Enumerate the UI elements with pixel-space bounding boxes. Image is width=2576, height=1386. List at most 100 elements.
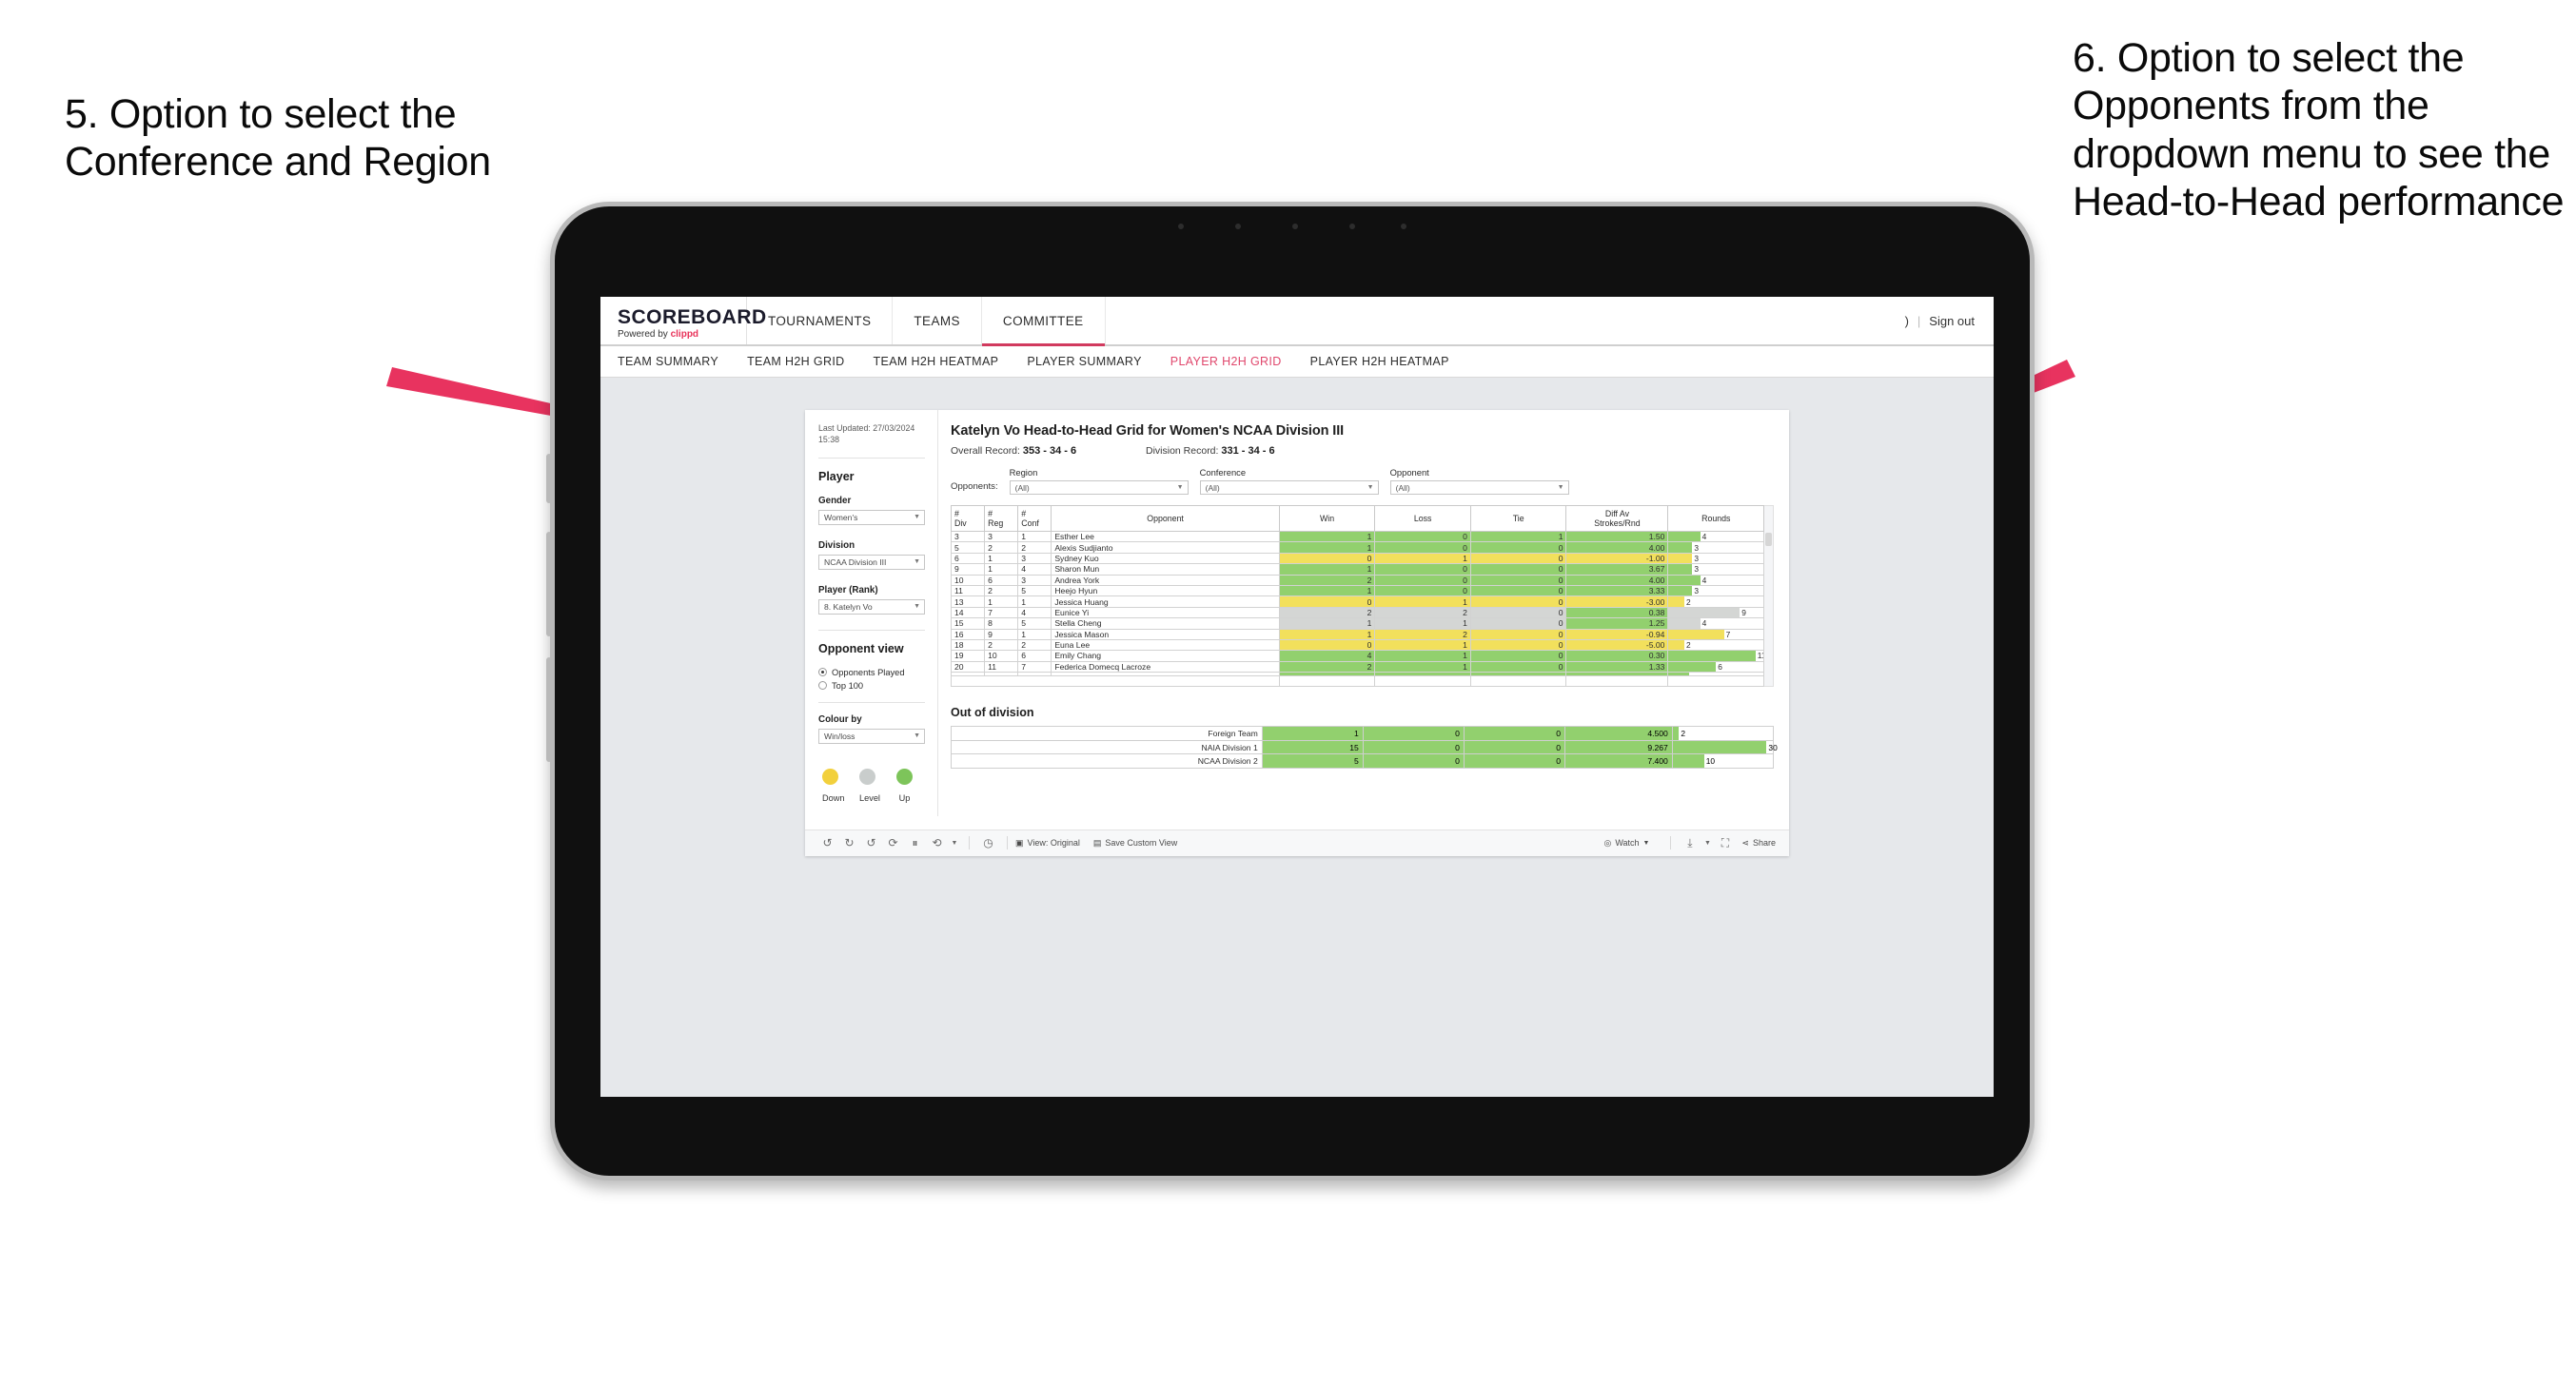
nav-item-tournaments[interactable]: TOURNAMENTS bbox=[747, 297, 894, 344]
cell-conf: 5 bbox=[1017, 617, 1052, 630]
table-row[interactable]: 10 6 3 Andrea York 2 0 0 4.00 4 bbox=[950, 574, 1765, 586]
player-rank-label: Player (Rank) bbox=[818, 584, 878, 595]
table-row[interactable]: 15 8 5 Stella Cheng 1 1 0 1.25 4 bbox=[950, 617, 1765, 630]
opponent-filter-select[interactable]: (All) ▼ bbox=[1389, 480, 1569, 495]
subnav-item-team-summary[interactable]: TEAM SUMMARY bbox=[618, 355, 718, 368]
cell-reg: 10 bbox=[984, 650, 1019, 662]
gender-select[interactable]: Women's ▼ bbox=[818, 509, 925, 525]
region-filter-select[interactable]: (All) ▼ bbox=[1009, 480, 1189, 495]
cell-rounds: 6 bbox=[1667, 660, 1765, 673]
table-row[interactable]: 19106Emily Chang4100.3011 bbox=[950, 650, 1765, 662]
player-rank-select[interactable]: 8. Katelyn Vo ▼ bbox=[818, 598, 925, 615]
cell-opponent: Alexis Sudjianto bbox=[1051, 541, 1280, 554]
table-row[interactable]: 5 2 2 Alexis Sudjianto 1 0 0 4.00 3 bbox=[950, 541, 1765, 554]
nav-item-committee[interactable]: COMMITTEE bbox=[981, 297, 1106, 346]
subnav-item-player-h2h-grid[interactable]: PLAYER H2H GRID bbox=[1170, 355, 1282, 368]
subnav-item-player-summary[interactable]: PLAYER SUMMARY bbox=[1027, 355, 1141, 368]
out-of-division-row[interactable]: NCAA Division 2 5 0 0 7.400 10 bbox=[951, 753, 1775, 769]
table-row[interactable]: 6 1 3 Sydney Kuo 0 1 0 -1.00 3 bbox=[950, 552, 1765, 565]
scoreboard-logo[interactable]: SCOREBOARD Powered by clippd bbox=[600, 297, 766, 344]
cell-div: 15 bbox=[950, 617, 986, 630]
cell-rounds: 3 bbox=[1667, 584, 1765, 597]
rounds-bar bbox=[1668, 640, 1685, 650]
cell-win: 0 bbox=[1278, 595, 1376, 608]
cell-win: 1 bbox=[1278, 530, 1376, 543]
view-original-button[interactable]: ▣ View: Original bbox=[1015, 838, 1080, 849]
col-conf: # Conf bbox=[1017, 505, 1052, 532]
cell-loss: 0 bbox=[1374, 574, 1471, 586]
cell-diff: 4.00 bbox=[1565, 574, 1669, 586]
cell-tie: 0 bbox=[1469, 606, 1567, 619]
table-row[interactable]: 14 7 4 Eunice Yi 2 2 0 0.38 9 bbox=[950, 606, 1765, 619]
scrollbar-thumb[interactable] bbox=[1765, 533, 1772, 546]
table-row[interactable]: 20 11 7 Federica Domecq Lacroze 2 1 0 1.33 6 bbox=[950, 660, 1765, 673]
account-glyph[interactable]: ) bbox=[1905, 314, 1909, 328]
radio-opponents-played[interactable]: Opponents Played bbox=[818, 668, 925, 677]
division-select[interactable]: NCAA Division III ▼ bbox=[818, 554, 925, 570]
save-custom-view-button[interactable]: ▤ Save Custom View bbox=[1093, 838, 1177, 849]
out-of-division-row[interactable]: Foreign Team 1 0 0 4.500 2 bbox=[951, 726, 1775, 741]
fullscreen-icon[interactable]: ⛶ bbox=[1714, 836, 1736, 850]
revert-icon[interactable]: ↺ bbox=[860, 836, 882, 849]
cell-win: 0 bbox=[1278, 638, 1376, 652]
cell-win: 1 bbox=[1278, 541, 1376, 554]
download-icon[interactable]: ⤓ bbox=[1679, 836, 1701, 850]
radio-top-100[interactable]: Top 100 bbox=[818, 681, 925, 691]
reset-icon[interactable]: ⟲ bbox=[926, 836, 948, 849]
subnav-item-team-h2h-grid[interactable]: TEAM H2H GRID bbox=[747, 355, 844, 368]
cell-div: 6 bbox=[950, 552, 986, 565]
out-of-division-row[interactable]: NAIA Division 1 15 0 0 9.267 30 bbox=[951, 739, 1778, 755]
cell-rounds: 4 bbox=[1667, 617, 1765, 630]
cell-reg: 1 bbox=[984, 563, 1019, 576]
rounds-value: 6 bbox=[1718, 661, 1722, 672]
tablet-camera-strip bbox=[1178, 224, 1406, 230]
table-row[interactable]: 11 2 5 Heejo Hyun 1 0 0 3.33 3 bbox=[950, 584, 1765, 597]
subnav-item-team-h2h-heatmap[interactable]: TEAM H2H HEATMAP bbox=[874, 355, 999, 368]
cell-tie: 0 bbox=[1469, 650, 1567, 662]
cell-conf: 4 bbox=[1017, 606, 1052, 619]
refresh-icon[interactable]: ⟳ bbox=[882, 836, 904, 849]
watch-button[interactable]: ◎ Watch ▼ bbox=[1603, 838, 1649, 849]
cell-loss: 1 bbox=[1374, 595, 1471, 608]
cell-div: 3 bbox=[950, 530, 986, 543]
clock-icon[interactable]: ◷ bbox=[977, 836, 999, 849]
conference-filter-select[interactable]: (All) ▼ bbox=[1199, 480, 1379, 495]
undo-icon[interactable]: ↺ bbox=[816, 836, 838, 849]
rounds-value: 30 bbox=[1768, 742, 1778, 752]
chevron-down-icon: ▼ bbox=[1642, 839, 1650, 847]
cell-diff: 4.00 bbox=[1565, 541, 1669, 554]
sign-out-link[interactable]: Sign out bbox=[1929, 314, 1975, 328]
radio-label-top-100: Top 100 bbox=[832, 680, 864, 691]
share-button[interactable]: ⋖ Share bbox=[1741, 838, 1776, 849]
table-row[interactable]: 13 1 1 Jessica Huang 0 1 0 -3.00 2 bbox=[950, 595, 1765, 608]
radio-icon-unselected bbox=[818, 681, 827, 691]
nav-item-teams[interactable]: TEAMS bbox=[893, 297, 982, 344]
table-row[interactable]: 3 3 1 Esther Lee 1 0 1 1.50 4 bbox=[950, 530, 1765, 543]
colour-by-select[interactable]: Win/loss ▼ bbox=[818, 728, 925, 744]
colour-by-label: Colour by bbox=[818, 713, 862, 725]
chevron-down-icon[interactable]: ▼ bbox=[948, 840, 961, 847]
rounds-bar bbox=[1668, 662, 1717, 672]
table-vertical-scrollbar[interactable] bbox=[1764, 505, 1774, 688]
cell-conf: 3 bbox=[1017, 552, 1052, 565]
division-label: Division bbox=[818, 539, 855, 551]
h2h-grid-header-row: # Div # Reg # Conf Opponent Win Loss Tie Di… bbox=[950, 505, 1765, 532]
redo-icon[interactable]: ↻ bbox=[838, 836, 860, 849]
colour-legend-swatches bbox=[818, 768, 925, 785]
table-row[interactable]: 9 1 4 Sharon Mun 1 0 0 3.67 3 bbox=[950, 563, 1765, 576]
filter-sidebar: Last Updated: 27/03/2024 15:38 Player Ge… bbox=[805, 410, 938, 816]
cell-loss: 0 bbox=[1374, 530, 1471, 543]
cell-rounds: 2 bbox=[1671, 726, 1775, 741]
cell-div: 11 bbox=[950, 584, 986, 597]
cell-tie: 0 bbox=[1469, 541, 1567, 554]
rounds-bar bbox=[1668, 608, 1740, 617]
cell-tie: 0 bbox=[1469, 552, 1567, 565]
chevron-down-icon: ▼ bbox=[914, 514, 920, 521]
table-row[interactable]: 16 9 1 Jessica Mason 1 2 0 -0.94 7 bbox=[950, 628, 1765, 640]
pause-icon[interactable]: ⏸ bbox=[904, 836, 926, 850]
chevron-down-icon[interactable]: ▼ bbox=[1701, 840, 1714, 847]
table-row[interactable]: 18 2 2 Euna Lee 0 1 0 -5.00 2 bbox=[950, 638, 1765, 652]
cell-win: 5 bbox=[1261, 753, 1364, 769]
subnav-item-player-h2h-heatmap[interactable]: PLAYER H2H HEATMAP bbox=[1310, 355, 1449, 368]
cell-reg: 1 bbox=[984, 552, 1019, 565]
